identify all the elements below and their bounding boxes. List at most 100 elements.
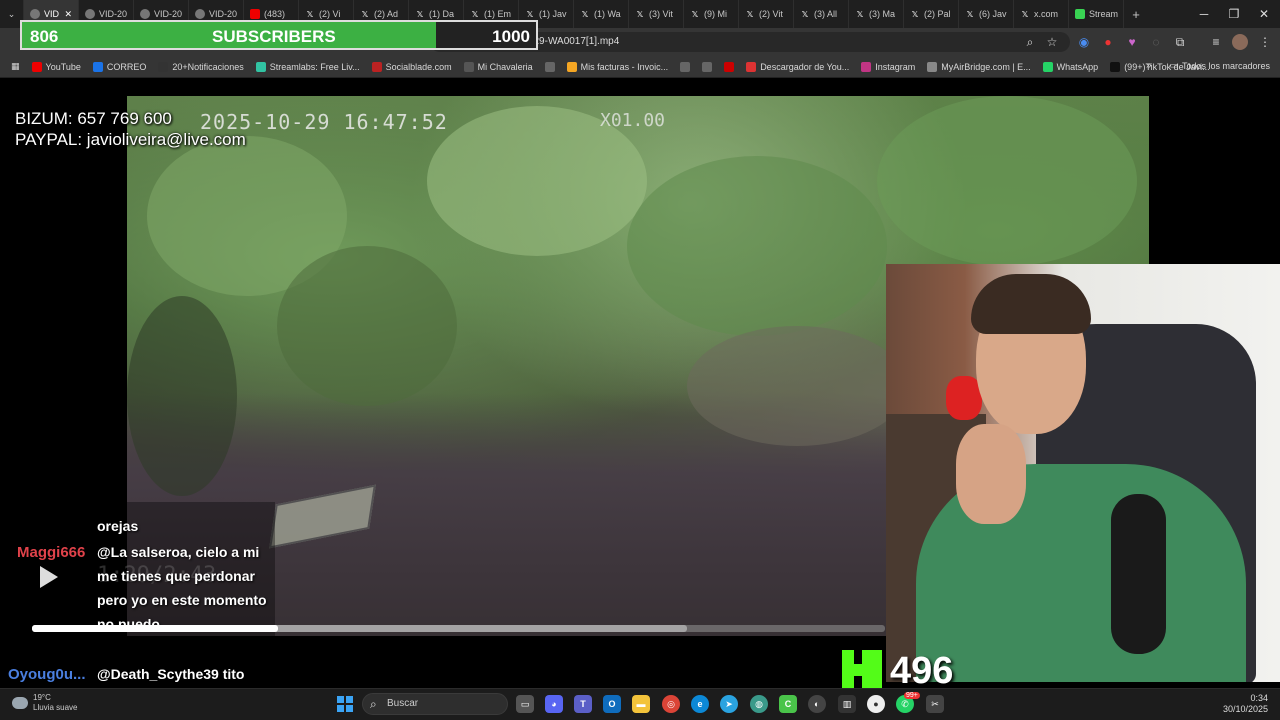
subscriber-goal-bar: 806 SUBSCRIBERS 1000 <box>20 20 538 50</box>
youtube-icon <box>250 9 260 19</box>
bookmark-label: CORREO <box>106 61 147 72</box>
tab[interactable]: 𝕏 (3) Ma <box>849 0 904 28</box>
tab[interactable]: 𝕏 (1) Wa <box>574 0 629 28</box>
bookmark-item[interactable]: MyAirBridge.com | E... <box>924 61 1033 72</box>
bookmark-item[interactable]: CORREO <box>90 61 150 72</box>
new-tab-button[interactable]: + <box>1124 0 1148 28</box>
tab-label: VID-20 <box>209 9 238 19</box>
media-control-icon[interactable]: ≡ <box>1208 34 1224 50</box>
chat-username: Oyoug0u... <box>8 666 86 683</box>
minimize-button[interactable]: ─ <box>1188 0 1220 28</box>
extension-icon[interactable]: ♥ <box>1124 34 1140 50</box>
bookmark-item[interactable] <box>542 61 558 72</box>
extensions-puzzle-icon[interactable]: ⧉ <box>1172 34 1188 50</box>
bookmark-icon <box>566 61 577 72</box>
bookmark-item[interactable]: Socialblade.com <box>369 61 455 72</box>
tab[interactable]: 𝕏x.com <box>1014 0 1069 28</box>
taskbar-search[interactable] <box>362 693 508 715</box>
kick-icon <box>1075 9 1085 19</box>
discord-icon[interactable]: ◕ <box>545 695 563 713</box>
tab[interactable]: 𝕏 (6) Jav <box>959 0 1014 28</box>
globe-app-icon[interactable]: ◍ <box>750 695 768 713</box>
bookmark-icon <box>861 61 872 72</box>
tab[interactable]: 𝕏 (9) Mi <box>684 0 739 28</box>
apps-grid-icon[interactable]: ▦ <box>8 61 23 72</box>
system-clock[interactable]: 0:34 30/10/2025 <box>1223 693 1268 715</box>
cloud-rain-icon <box>12 697 28 709</box>
file-explorer-icon[interactable]: ▬ <box>632 695 650 713</box>
bookmark-icon <box>702 61 713 72</box>
x-icon: 𝕏 <box>416 9 424 19</box>
telegram-icon[interactable]: ➤ <box>720 695 738 713</box>
bookmark-icon <box>92 61 103 72</box>
bookmark-item[interactable] <box>699 61 715 72</box>
progress-played <box>32 625 278 632</box>
tab-label: VID <box>44 9 60 19</box>
folder-icon: ▭ <box>1169 60 1178 70</box>
outlook-icon[interactable]: O <box>603 695 621 713</box>
tab[interactable]: 𝕏 (3) Vit <box>629 0 684 28</box>
bookmark-item[interactable]: Instagram <box>858 61 918 72</box>
donation-info: BIZUM: 657 769 600 PAYPAL: javioliveira@… <box>15 108 246 150</box>
video-progress-bar[interactable] <box>32 625 885 632</box>
bookmark-item[interactable] <box>721 61 737 72</box>
bookmark-item[interactable]: Mis facturas - Invoic... <box>564 61 672 72</box>
teams-icon[interactable]: T <box>574 695 592 713</box>
profile-avatar[interactable] <box>1232 34 1248 50</box>
bookmark-item[interactable]: Mi Chavaleria <box>461 61 536 72</box>
bookmark-item[interactable]: 20+Notificaciones <box>155 61 246 72</box>
play-icon[interactable] <box>40 566 58 588</box>
maximize-button[interactable]: ❐ <box>1218 0 1250 28</box>
paypal-line: PAYPAL: javioliveira@live.com <box>15 130 246 149</box>
bookmark-item[interactable] <box>677 61 693 72</box>
snipping-tool-icon[interactable]: ✂ <box>926 695 944 713</box>
close-window-button[interactable]: ✕ <box>1248 0 1280 28</box>
bookmark-icon <box>724 61 735 72</box>
star-icon[interactable]: ☆ <box>1044 34 1060 50</box>
tab-label: VID-20 <box>99 9 128 19</box>
bookmark-label: Mis facturas - Invoic... <box>580 61 669 72</box>
globe-icon <box>195 9 205 19</box>
chrome-icon[interactable]: ◎ <box>662 695 680 713</box>
x-icon: 𝕏 <box>1021 9 1029 19</box>
extension-icon[interactable]: ◌ <box>1148 34 1164 50</box>
all-bookmarks-button[interactable]: ▭ Todos los marcadores <box>1169 60 1270 71</box>
extension-icon[interactable]: ◉ <box>1076 34 1092 50</box>
app-icon[interactable]: ● <box>867 695 885 713</box>
task-view-icon[interactable]: ▭ <box>516 695 534 713</box>
tab-label: VID-20 <box>154 9 183 19</box>
bookmarks-overflow-icon[interactable]: » <box>1146 60 1152 71</box>
tab[interactable]: 𝕏 (3) All <box>794 0 849 28</box>
bookmark-item[interactable]: WhatsApp <box>1040 61 1102 72</box>
obs-icon[interactable]: ◐ <box>808 695 826 713</box>
bookmark-item[interactable]: YouTube <box>29 61 84 72</box>
globe-icon <box>140 9 150 19</box>
bookmark-label: Instagram <box>875 61 916 72</box>
camtasia-icon[interactable]: C <box>779 695 797 713</box>
tab[interactable]: 𝕏 (2) Pal <box>904 0 959 28</box>
app-icon[interactable]: ▥ <box>838 695 856 713</box>
start-button[interactable] <box>337 696 353 712</box>
menu-icon[interactable]: ⋮ <box>1257 34 1273 50</box>
bookmark-item[interactable]: Descargador de You... <box>743 61 852 72</box>
tab[interactable]: 𝕏 (2) Vit <box>739 0 794 28</box>
tab-label: (6) Jav <box>979 9 1007 19</box>
extension-icon[interactable]: ● <box>1100 34 1116 50</box>
bookmark-icon <box>927 61 938 72</box>
x-icon: 𝕏 <box>636 9 644 19</box>
bookmark-label: Mi Chavaleria <box>477 61 533 72</box>
bookmark-icon <box>255 61 266 72</box>
bookmark-icon <box>746 61 757 72</box>
bookmark-icon <box>1042 61 1053 72</box>
close-tab-icon[interactable]: ✕ <box>64 9 72 20</box>
weather-widget[interactable]: 19°C Lluvia suave <box>12 693 77 713</box>
bookmark-item[interactable]: Streamlabs: Free Liv... <box>253 61 363 72</box>
tab[interactable]: Stream <box>1069 0 1124 28</box>
streamer-hair <box>971 274 1091 334</box>
zoom-icon[interactable]: ⌕ <box>1022 34 1038 50</box>
bookmarks-bar: ▦ YouTube CORREO 20+Notificaciones Streamla… <box>0 56 1280 78</box>
edge-icon[interactable]: e <box>691 695 709 713</box>
tab-label: (1) Em <box>484 9 511 19</box>
tab-label: (1) Da <box>429 9 455 19</box>
clock-date: 30/10/2025 <box>1222 704 1268 714</box>
